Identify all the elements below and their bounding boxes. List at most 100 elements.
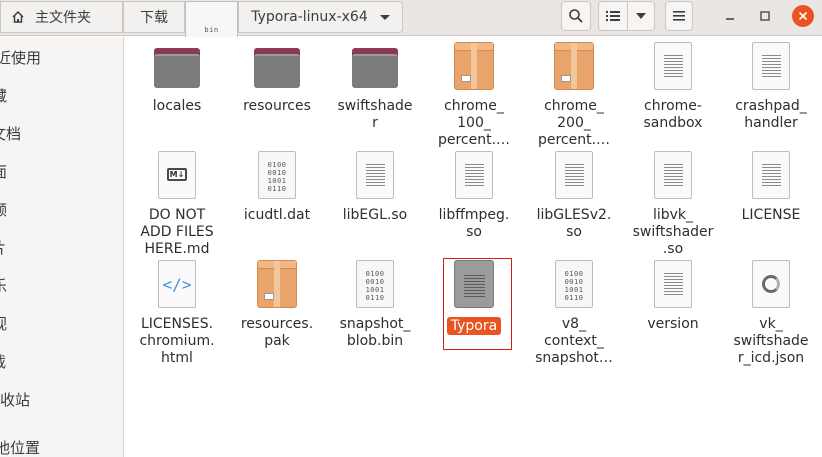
folder-icon	[154, 48, 200, 88]
file-item-libglesv2[interactable]: libGLESv2. so	[525, 151, 623, 241]
file-grid: locales resources swiftshade r chrome_ 1…	[125, 37, 822, 457]
json-file-icon	[752, 260, 790, 308]
file-item-resources[interactable]: resources	[228, 42, 326, 115]
breadcrumb-downloads[interactable]: 下载	[123, 1, 185, 33]
breadcrumb-label: bin	[204, 25, 219, 34]
document-icon	[752, 42, 790, 90]
sidebar-item-home[interactable]: 文档	[0, 123, 21, 145]
file-name: libvk_ swiftshader .so	[632, 207, 714, 257]
sidebar-item-label: 藏	[0, 87, 7, 105]
file-item-chrome-100-percent[interactable]: chrome_ 100_ percent.…	[425, 42, 523, 149]
maximize-icon	[760, 11, 770, 21]
chevron-down-icon	[379, 14, 390, 20]
list-view-icon	[606, 11, 620, 21]
file-item-resources-pak[interactable]: resources. pak	[228, 260, 326, 350]
file-name: locales	[152, 98, 202, 114]
file-name: icudtl.dat	[243, 207, 311, 223]
file-item-icudtl[interactable]: 0100 0010 1001 0110 icudtl.dat	[228, 151, 326, 224]
document-icon	[752, 151, 790, 199]
file-name: resources. pak	[240, 316, 314, 349]
file-name: LICENSE	[741, 207, 801, 223]
sidebar-item-label: 乐	[0, 277, 7, 295]
search-button[interactable]	[561, 1, 591, 31]
file-item-version[interactable]: version	[624, 260, 722, 333]
sidebar-item-label: 文档	[0, 125, 22, 143]
home-icon	[12, 10, 24, 23]
package-icon	[554, 42, 594, 90]
file-item-libegl[interactable]: libEGL.so	[326, 151, 424, 224]
sidebar-item-music[interactable]: 乐	[0, 275, 7, 297]
file-name: resources	[243, 98, 311, 114]
file-name: LICENSES. chromium. html	[139, 316, 215, 366]
file-item-snapshot-blob[interactable]: 0100 0010 1001 0110 snapshot_ blob.bin	[326, 260, 424, 350]
sidebar-item-pictures[interactable]: 片	[0, 237, 6, 259]
file-name: version	[647, 316, 699, 332]
sidebar-item-trash[interactable]: 回收站	[0, 389, 30, 411]
file-manager-window: 主文件夹 下载 bin Typora-linux-x64 近使用 档 收站 位置…	[0, 0, 822, 457]
sidebar-item-label: 频	[0, 201, 7, 219]
file-name: DO NOT ADD FILES HERE.md	[140, 207, 214, 257]
sidebar-item-desktop[interactable]: 面	[0, 161, 7, 183]
markdown-icon: M↓	[158, 151, 196, 199]
file-item-crashpad-handler[interactable]: crashpad_ handler	[722, 42, 820, 132]
file-item-libffmpeg[interactable]: libffmpeg. so	[425, 151, 523, 241]
breadcrumb-current[interactable]: Typora-linux-x64	[238, 1, 403, 33]
view-options-dropdown[interactable]	[627, 1, 655, 31]
sidebar-item-label: 面	[0, 163, 7, 181]
hamburger-menu-icon	[673, 11, 685, 21]
file-item-swiftshader[interactable]: swiftshade r	[326, 42, 424, 132]
file-item-license[interactable]: LICENSE	[722, 151, 820, 224]
file-name: libEGL.so	[342, 207, 408, 223]
file-name: v8_ context_ snapshot…	[535, 316, 613, 366]
main-menu-button[interactable]	[665, 1, 693, 31]
html-file-icon: </>	[158, 260, 196, 308]
sidebar: 近使用 藏 文档 面 频 片 乐 视 载 回收站 他位置	[0, 37, 124, 457]
sidebar-item-starred[interactable]: 藏	[0, 85, 7, 107]
file-name: libffmpeg. so	[438, 207, 510, 240]
sidebar-item-label: 片	[0, 239, 6, 257]
sidebar-item-recent[interactable]: 近使用	[0, 47, 41, 69]
file-name: snapshot_ blob.bin	[339, 316, 411, 349]
sidebar-item-other-locations[interactable]: 他位置	[0, 437, 40, 457]
executable-icon	[454, 260, 494, 308]
package-icon	[257, 260, 297, 308]
sidebar-item-label: 回收站	[0, 391, 31, 409]
close-button[interactable]	[792, 5, 814, 27]
breadcrumb-label: 下载	[140, 10, 168, 26]
document-icon	[654, 42, 692, 90]
file-item-v8-context-snapshot[interactable]: 0100 0010 1001 0110 v8_ context_ snapsho…	[525, 260, 623, 367]
sidebar-item-documents[interactable]: 视	[0, 313, 7, 335]
file-name: chrome- sandbox	[643, 98, 703, 131]
file-item-licenses-chromium[interactable]: </> LICENSES. chromium. html	[128, 260, 226, 367]
file-name: Typora	[426, 317, 522, 335]
file-item-locales[interactable]: locales	[128, 42, 226, 115]
breadcrumb-home[interactable]: 主文件夹	[0, 1, 123, 33]
breadcrumb-label: Typora-linux-x64	[251, 9, 368, 25]
sidebar-item-label: 载	[0, 353, 6, 371]
search-icon	[569, 9, 583, 23]
view-toggle-button[interactable]	[598, 1, 628, 31]
file-name: libGLESv2. so	[536, 207, 612, 240]
file-item-chrome-200-percent[interactable]: chrome_ 200_ percent.…	[525, 42, 623, 149]
file-item-vk-swiftshader-icd[interactable]: vk_ swiftshade r_icd.json	[722, 260, 820, 367]
package-icon	[454, 42, 494, 90]
document-icon	[455, 151, 493, 199]
maximize-button[interactable]	[757, 8, 773, 24]
header-bar: 主文件夹 下载 bin Typora-linux-x64	[0, 0, 822, 49]
minimize-icon	[726, 18, 734, 20]
document-icon	[555, 151, 593, 199]
sidebar-item-label: 他位置	[0, 439, 41, 457]
file-name: crashpad_ handler	[735, 98, 807, 131]
file-name: vk_ swiftshade r_icd.json	[733, 316, 809, 366]
file-item-libvk-swiftshader[interactable]: libvk_ swiftshader .so	[624, 151, 722, 258]
sidebar-item-videos[interactable]: 频	[0, 199, 7, 221]
file-item-chrome-sandbox[interactable]: chrome- sandbox	[624, 42, 722, 132]
file-item-do-not-add-files[interactable]: M↓ DO NOT ADD FILES HERE.md	[128, 151, 226, 258]
file-name: chrome_ 100_ percent.…	[437, 98, 511, 148]
minimize-button[interactable]	[722, 8, 738, 24]
document-icon	[356, 151, 394, 199]
close-icon	[798, 11, 808, 21]
selected-file-label: Typora	[446, 317, 502, 335]
file-item-typora[interactable]: Typora	[425, 260, 523, 335]
sidebar-item-downloads[interactable]: 载	[0, 351, 6, 373]
